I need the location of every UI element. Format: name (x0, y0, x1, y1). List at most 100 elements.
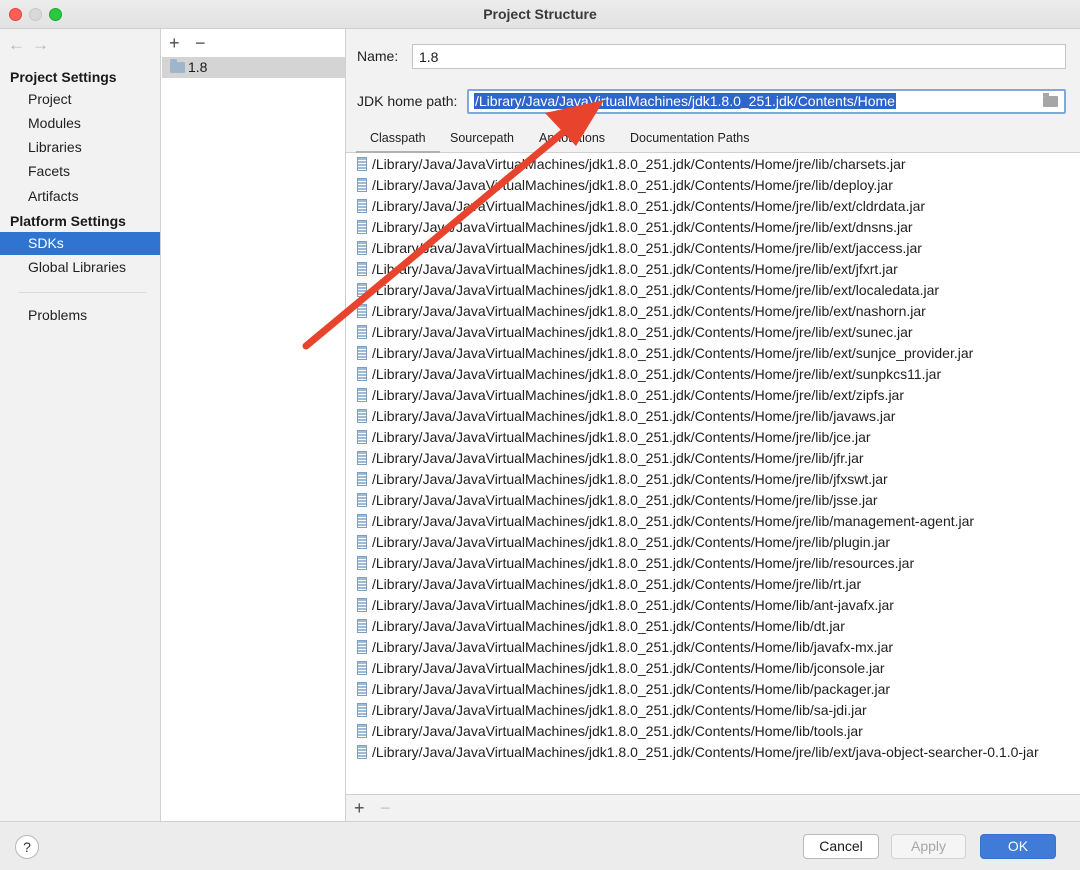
table-row[interactable]: /Library/Java/JavaVirtualMachines/jdk1.8… (346, 637, 1080, 658)
jar-file-icon (357, 598, 367, 612)
tab-sourcepath[interactable]: Sourcepath (450, 131, 514, 145)
jar-file-icon (357, 535, 367, 549)
table-row[interactable]: /Library/Java/JavaVirtualMachines/jdk1.8… (346, 490, 1080, 511)
jar-file-icon (357, 724, 367, 738)
sidebar-item-artifacts[interactable]: Artifacts (0, 185, 160, 208)
table-row[interactable]: /Library/Java/JavaVirtualMachines/jdk1.8… (346, 217, 1080, 238)
classpath-entry: /Library/Java/JavaVirtualMachines/jdk1.8… (372, 597, 894, 613)
tab-documentation-paths[interactable]: Documentation Paths (630, 131, 750, 145)
table-row[interactable]: /Library/Java/JavaVirtualMachines/jdk1.8… (346, 721, 1080, 742)
table-row[interactable]: /Library/Java/JavaVirtualMachines/jdk1.8… (346, 196, 1080, 217)
table-row[interactable]: /Library/Java/JavaVirtualMachines/jdk1.8… (346, 364, 1080, 385)
table-row[interactable]: /Library/Java/JavaVirtualMachines/jdk1.8… (346, 532, 1080, 553)
jar-file-icon (357, 367, 367, 381)
table-row[interactable]: /Library/Java/JavaVirtualMachines/jdk1.8… (346, 175, 1080, 196)
sdk-toolbar: + − (169, 33, 221, 54)
remove-sdk-icon[interactable]: − (195, 33, 221, 54)
jar-file-icon (357, 451, 367, 465)
classpath-entry: /Library/Java/JavaVirtualMachines/jdk1.8… (372, 471, 888, 487)
jar-file-icon (357, 682, 367, 696)
classpath-entry: /Library/Java/JavaVirtualMachines/jdk1.8… (372, 681, 891, 697)
table-row[interactable]: /Library/Java/JavaVirtualMachines/jdk1.8… (346, 700, 1080, 721)
classpath-entry: /Library/Java/JavaVirtualMachines/jdk1.8… (372, 555, 915, 571)
sidebar-item-sdks[interactable]: SDKs (0, 232, 160, 255)
table-row[interactable]: /Library/Java/JavaVirtualMachines/jdk1.8… (346, 595, 1080, 616)
table-row[interactable]: /Library/Java/JavaVirtualMachines/jdk1.8… (346, 322, 1080, 343)
classpath-entry: /Library/Java/JavaVirtualMachines/jdk1.8… (372, 492, 878, 508)
jar-file-icon (357, 157, 367, 171)
jar-file-icon (357, 640, 367, 654)
table-row[interactable]: /Library/Java/JavaVirtualMachines/jdk1.8… (346, 406, 1080, 427)
forward-arrow-icon[interactable]: → (32, 35, 56, 55)
jdk-home-path-value: /Library/Java/JavaVirtualMachines/jdk1.8… (474, 93, 896, 109)
classpath-entry: /Library/Java/JavaVirtualMachines/jdk1.8… (372, 513, 975, 529)
classpath-entry: /Library/Java/JavaVirtualMachines/jdk1.8… (372, 723, 863, 739)
help-button[interactable]: ? (15, 835, 39, 859)
sdk-list-panel: + − 1.8 (161, 29, 346, 821)
jar-file-icon (357, 577, 367, 591)
table-row[interactable]: /Library/Java/JavaVirtualMachines/jdk1.8… (346, 259, 1080, 280)
classpath-entry: /Library/Java/JavaVirtualMachines/jdk1.8… (372, 408, 896, 424)
classpath-entry: /Library/Java/JavaVirtualMachines/jdk1.8… (372, 534, 891, 550)
classpath-entry: /Library/Java/JavaVirtualMachines/jdk1.8… (372, 261, 898, 277)
sdk-list-item[interactable]: 1.8 (162, 57, 345, 78)
jar-file-icon (357, 388, 367, 402)
classpath-toolbar: + − (354, 798, 406, 819)
sidebar-item-libraries[interactable]: Libraries (0, 136, 160, 159)
table-row[interactable]: /Library/Java/JavaVirtualMachines/jdk1.8… (346, 616, 1080, 637)
table-row[interactable]: /Library/Java/JavaVirtualMachines/jdk1.8… (346, 679, 1080, 700)
sidebar-item-facets[interactable]: Facets (0, 160, 160, 183)
tab-annotations[interactable]: Annotations (539, 131, 605, 145)
jar-file-icon (357, 199, 367, 213)
sidebar-item-project[interactable]: Project (0, 88, 160, 111)
jar-file-icon (357, 283, 367, 297)
jar-file-icon (357, 493, 367, 507)
remove-path-icon[interactable]: − (380, 798, 406, 819)
table-row[interactable]: /Library/Java/JavaVirtualMachines/jdk1.8… (346, 427, 1080, 448)
title-bar: Project Structure (0, 0, 1080, 29)
back-arrow-icon[interactable]: ← (8, 35, 32, 55)
table-row[interactable]: /Library/Java/JavaVirtualMachines/jdk1.8… (346, 301, 1080, 322)
table-row[interactable]: /Library/Java/JavaVirtualMachines/jdk1.8… (346, 742, 1080, 763)
sidebar-item-modules[interactable]: Modules (0, 112, 160, 135)
jar-file-icon (357, 514, 367, 528)
folder-open-icon[interactable] (1043, 93, 1058, 107)
classpath-entry: /Library/Java/JavaVirtualMachines/jdk1.8… (372, 639, 894, 655)
jar-file-icon (357, 346, 367, 360)
classpath-entry: /Library/Java/JavaVirtualMachines/jdk1.8… (372, 303, 926, 319)
table-row[interactable]: /Library/Java/JavaVirtualMachines/jdk1.8… (346, 574, 1080, 595)
table-row[interactable]: /Library/Java/JavaVirtualMachines/jdk1.8… (346, 448, 1080, 469)
classpath-entry: /Library/Java/JavaVirtualMachines/jdk1.8… (372, 450, 864, 466)
jar-file-icon (357, 304, 367, 318)
name-label: Name: (357, 48, 399, 64)
ok-button[interactable]: OK (980, 834, 1056, 859)
table-row[interactable]: /Library/Java/JavaVirtualMachines/jdk1.8… (346, 553, 1080, 574)
add-sdk-icon[interactable]: + (169, 33, 195, 54)
sidebar-item-problems[interactable]: Problems (0, 304, 160, 327)
table-row[interactable]: /Library/Java/JavaVirtualMachines/jdk1.8… (346, 238, 1080, 259)
name-input[interactable] (412, 44, 1066, 69)
tab-classpath[interactable]: Classpath (356, 131, 440, 154)
table-row[interactable]: /Library/Java/JavaVirtualMachines/jdk1.8… (346, 511, 1080, 532)
classpath-entry: /Library/Java/JavaVirtualMachines/jdk1.8… (372, 744, 1039, 760)
apply-button[interactable]: Apply (891, 834, 966, 859)
table-row[interactable]: /Library/Java/JavaVirtualMachines/jdk1.8… (346, 658, 1080, 679)
table-row[interactable]: /Library/Java/JavaVirtualMachines/jdk1.8… (346, 469, 1080, 490)
jdk-home-path-input[interactable]: /Library/Java/JavaVirtualMachines/jdk1.8… (467, 89, 1066, 114)
classpath-entry: /Library/Java/JavaVirtualMachines/jdk1.8… (372, 240, 922, 256)
sidebar-item-global-libraries[interactable]: Global Libraries (0, 256, 160, 279)
jar-file-icon (357, 430, 367, 444)
classpath-entry: /Library/Java/JavaVirtualMachines/jdk1.8… (372, 177, 893, 193)
dialog-footer: ? Cancel Apply OK (0, 821, 1080, 870)
classpath-entry: /Library/Java/JavaVirtualMachines/jdk1.8… (372, 324, 913, 340)
table-row[interactable]: /Library/Java/JavaVirtualMachines/jdk1.8… (346, 385, 1080, 406)
table-row[interactable]: /Library/Java/JavaVirtualMachines/jdk1.8… (346, 280, 1080, 301)
classpath-entry: /Library/Java/JavaVirtualMachines/jdk1.8… (372, 156, 906, 172)
table-row[interactable]: /Library/Java/JavaVirtualMachines/jdk1.8… (346, 343, 1080, 364)
platform-settings-heading: Platform Settings (10, 213, 126, 229)
table-row[interactable]: /Library/Java/JavaVirtualMachines/jdk1.8… (346, 154, 1080, 175)
cancel-button[interactable]: Cancel (803, 834, 879, 859)
classpath-entry: /Library/Java/JavaVirtualMachines/jdk1.8… (372, 660, 885, 676)
add-path-icon[interactable]: + (354, 798, 380, 819)
jar-file-icon (357, 472, 367, 486)
